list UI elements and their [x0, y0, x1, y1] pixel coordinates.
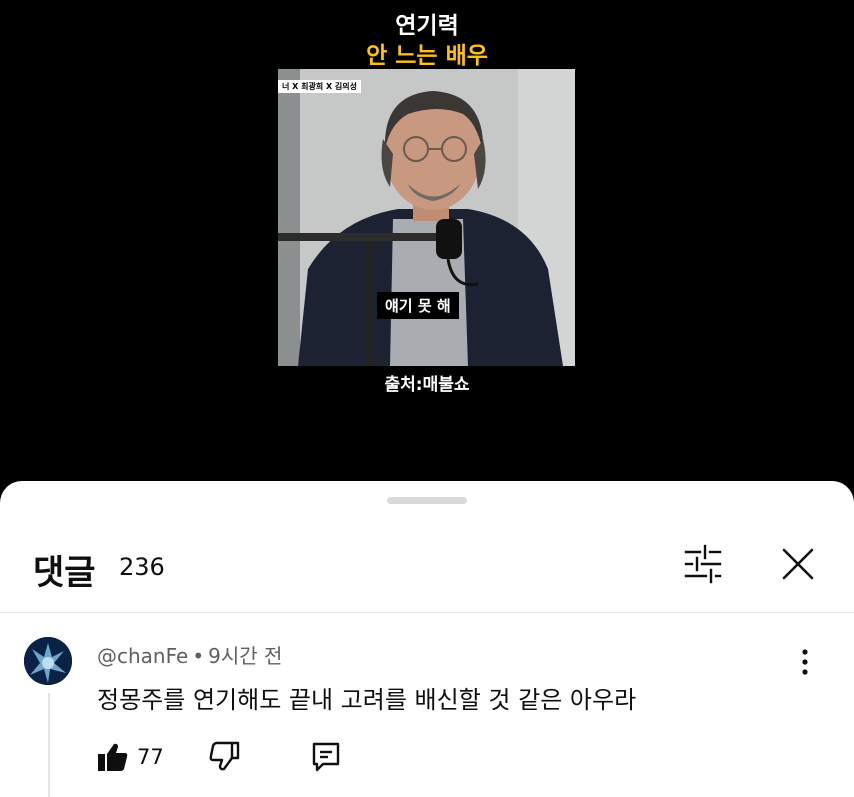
- comment-time: 9시간 전: [208, 644, 283, 668]
- comments-panel: 댓글 236 @chanFe • 9시간 전 정몽주를 연기해도 끝내 고려를 …: [0, 481, 854, 797]
- meta-separator: •: [192, 644, 205, 668]
- video-title-line1: 연기력: [395, 13, 459, 39]
- like-button[interactable]: [96, 740, 130, 774]
- filter-button[interactable]: [680, 543, 726, 585]
- thumbs-down-icon: [209, 741, 240, 771]
- drag-handle[interactable]: [387, 497, 467, 504]
- video-still-image: [278, 69, 575, 366]
- comments-count: 236: [119, 553, 165, 581]
- sliders-icon: [684, 544, 722, 584]
- video-source-credit: 출처:매불쇼: [384, 375, 470, 395]
- comments-title: 댓글: [33, 553, 96, 593]
- video-title-line2: 안 느는 배우: [366, 43, 488, 69]
- comment-text: 정몽주를 연기해도 끝내 고려를 배신할 것 같은 아우라: [97, 686, 637, 714]
- close-button[interactable]: [777, 543, 819, 585]
- video-subtitle: 얘기 못 해: [377, 292, 459, 319]
- header-divider: [0, 612, 854, 613]
- guest-name-tag: 너 X 최광희 X 김의성: [278, 80, 361, 93]
- video-frame: 너 X 최광희 X 김의성 얘기 못 해: [278, 69, 575, 366]
- reply-button[interactable]: [309, 740, 343, 774]
- comment-author[interactable]: @chanFe: [97, 644, 188, 668]
- comment-more-button[interactable]: [793, 645, 817, 679]
- reply-icon: [312, 742, 340, 772]
- like-count: 77: [137, 745, 164, 769]
- video-player[interactable]: 연기력 안 느는 배우 너 X 최광희 X 김의성 얘기 못 해 출처:매불쇼: [0, 0, 854, 480]
- dislike-button[interactable]: [207, 740, 241, 774]
- more-vertical-icon: [802, 649, 808, 675]
- comment-meta: @chanFe • 9시간 전: [97, 640, 282, 669]
- thread-line: [48, 693, 50, 797]
- thumbs-up-icon: [98, 743, 128, 771]
- avatar-image: [24, 637, 72, 685]
- avatar[interactable]: [24, 637, 72, 685]
- close-icon: [782, 548, 814, 580]
